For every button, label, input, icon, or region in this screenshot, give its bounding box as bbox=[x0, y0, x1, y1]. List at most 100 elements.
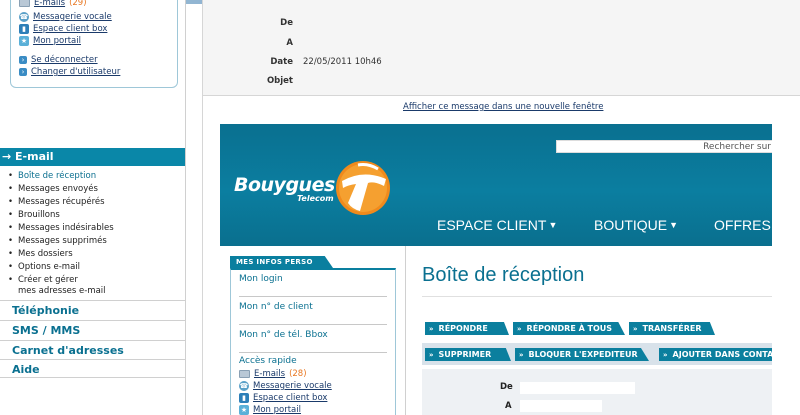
caret-down-icon: ▼ bbox=[669, 220, 679, 230]
title-rule bbox=[422, 296, 772, 297]
logo[interactable]: Bouygues bbox=[234, 174, 335, 196]
date-value: 22/05/2011 10h46 bbox=[303, 57, 382, 67]
box-link[interactable]: Espace client box bbox=[33, 24, 107, 34]
double-chevron-icon: » bbox=[429, 325, 434, 333]
open-new-window-link[interactable]: Afficher ce message dans une nouvelle fe… bbox=[403, 102, 603, 112]
infos-tab: MES INFOS PERSO bbox=[230, 256, 333, 268]
userbox-item-voicemail[interactable]: ☎ Messagerie vocale bbox=[19, 11, 112, 23]
category-address-book[interactable]: Carnet d'adresses bbox=[0, 340, 185, 359]
quick-item-portal[interactable]: ★ Mon portail bbox=[239, 404, 301, 415]
add-contact-label: AJOUTER DANS CONTA bbox=[672, 350, 772, 359]
double-chevron-icon: » bbox=[429, 351, 434, 359]
menu-item-spam[interactable]: Messages indésirables bbox=[8, 222, 114, 235]
switch-user-item[interactable]: › Changer d'utilisateur bbox=[19, 66, 120, 78]
embedded-from-label: De bbox=[500, 382, 513, 392]
nav-espace-client[interactable]: ESPACE CLIENT ▼ bbox=[437, 217, 557, 233]
separator bbox=[239, 352, 387, 353]
nav-boutique-label: BOUTIQUE bbox=[594, 217, 668, 233]
double-chevron-icon: » bbox=[517, 325, 522, 333]
menu-item-inbox[interactable]: Boîte de réception bbox=[8, 170, 114, 183]
email-menu: Boîte de réception Messages envoyés Mess… bbox=[8, 170, 114, 297]
userbox-item-box[interactable]: ▮ Espace client box bbox=[19, 23, 107, 35]
caret-down-icon: ▼ bbox=[548, 220, 558, 230]
quick-item-emails[interactable]: E-mails (28) bbox=[239, 368, 307, 380]
portal-icon: ★ bbox=[239, 405, 249, 415]
reply-button[interactable]: » RÉPONDRE bbox=[425, 322, 509, 335]
nav-offres[interactable]: OFFRES bbox=[714, 217, 771, 233]
page-title: Boîte de réception bbox=[422, 264, 585, 286]
category-help[interactable]: Aide bbox=[0, 359, 185, 378]
box-icon: ▮ bbox=[239, 393, 249, 403]
emails-count: (29) bbox=[69, 0, 87, 8]
mail-icon bbox=[239, 370, 250, 378]
emails-link[interactable]: E-mails bbox=[34, 0, 65, 8]
quick-emails-link[interactable]: E-mails bbox=[254, 369, 285, 379]
portal-link[interactable]: Mon portail bbox=[33, 36, 81, 46]
menu-item-sent[interactable]: Messages envoyés bbox=[8, 183, 114, 196]
quick-box-link[interactable]: Espace client box bbox=[253, 393, 327, 403]
email-section-title[interactable]: → E-mail bbox=[0, 148, 185, 166]
separator bbox=[239, 324, 387, 325]
to-label: A bbox=[286, 38, 293, 48]
double-chevron-icon: » bbox=[663, 351, 668, 359]
embedded-to-label: A bbox=[505, 401, 512, 411]
arrow-icon: › bbox=[19, 68, 27, 76]
forward-button[interactable]: » TRANSFÉRER bbox=[629, 322, 715, 335]
block-sender-button[interactable]: » BLOQUER L'EXPEDITEUR bbox=[515, 348, 649, 361]
mail-icon bbox=[19, 0, 30, 7]
arrow-icon: › bbox=[19, 56, 27, 64]
nav-offres-label: OFFRES bbox=[714, 217, 771, 233]
menu-item-options[interactable]: Options e-mail bbox=[8, 261, 114, 274]
quick-item-box[interactable]: ▮ Espace client box bbox=[239, 392, 327, 404]
forward-label: TRANSFÉRER bbox=[642, 324, 702, 333]
add-contact-button[interactable]: » AJOUTER DANS CONTA bbox=[659, 348, 772, 361]
date-label: Date bbox=[270, 57, 293, 67]
reply-all-label: RÉPONDRE À TOUS bbox=[526, 324, 613, 333]
embedded-to-field bbox=[519, 399, 603, 413]
logout-link[interactable]: Se déconnecter bbox=[31, 55, 98, 65]
portal-icon: ★ bbox=[19, 36, 29, 46]
reply-label: RÉPONDRE bbox=[438, 324, 488, 333]
from-label: De bbox=[280, 18, 293, 28]
user-box: E-mails (29) ☎ Messagerie vocale ▮ Espac… bbox=[10, 0, 178, 88]
infos-box: Mon login Mon n° de client Mon n° de tél… bbox=[230, 268, 396, 415]
bbox-number-link[interactable]: Mon n° de tél. Bbox bbox=[239, 330, 328, 340]
delete-button[interactable]: » SUPPRIMER bbox=[425, 348, 511, 361]
double-chevron-icon: » bbox=[519, 351, 524, 359]
nav-espace-client-label: ESPACE CLIENT bbox=[437, 217, 547, 233]
menu-item-retrieved[interactable]: Messages récupérés bbox=[8, 196, 114, 209]
menu-item-deleted[interactable]: Messages supprimés bbox=[8, 235, 114, 248]
delete-label: SUPPRIMER bbox=[438, 350, 492, 359]
box-icon: ▮ bbox=[19, 24, 29, 34]
menu-item-manage-addresses[interactable]: Créer et gérer mes adresses e-mail bbox=[8, 275, 114, 297]
quick-voicemail-link[interactable]: Messagerie vocale bbox=[253, 381, 332, 391]
logout-item[interactable]: › Se déconnecter bbox=[19, 54, 98, 66]
logo-ball-icon bbox=[336, 161, 390, 215]
my-login-link[interactable]: Mon login bbox=[239, 274, 283, 284]
quick-access-label: Accès rapide bbox=[239, 356, 297, 366]
userbox-item-portal[interactable]: ★ Mon portail bbox=[19, 35, 81, 47]
voicemail-link[interactable]: Messagerie vocale bbox=[33, 12, 112, 22]
block-sender-label: BLOQUER L'EXPEDITEUR bbox=[528, 350, 638, 359]
manage-line-2: mes adresses e-mail bbox=[18, 286, 106, 296]
client-number-link[interactable]: Mon n° de client bbox=[239, 302, 313, 312]
menu-item-drafts[interactable]: Brouillons bbox=[8, 209, 114, 222]
phone-icon: ☎ bbox=[19, 12, 29, 22]
embedded-from-field bbox=[519, 381, 636, 395]
switch-user-link[interactable]: Changer d'utilisateur bbox=[31, 67, 120, 77]
sidebar: E-mails (29) ☎ Messagerie vocale ▮ Espac… bbox=[0, 0, 186, 415]
reply-all-button[interactable]: » RÉPONDRE À TOUS bbox=[513, 322, 625, 335]
category-telephonie[interactable]: Téléphonie bbox=[0, 300, 185, 319]
category-sms-mms[interactable]: SMS / MMS bbox=[0, 320, 185, 339]
menu-item-folders[interactable]: Mes dossiers bbox=[8, 248, 114, 261]
quick-portal-link[interactable]: Mon portail bbox=[253, 405, 301, 415]
nav-boutique[interactable]: BOUTIQUE ▼ bbox=[594, 217, 678, 233]
bouygues-banner: Rechercher sur Bouygues Telecom ESPACE C… bbox=[220, 124, 772, 246]
subject-label: Objet bbox=[266, 76, 293, 86]
quick-item-voicemail[interactable]: ☎ Messagerie vocale bbox=[239, 380, 332, 392]
double-chevron-icon: » bbox=[633, 325, 638, 333]
search-input[interactable]: Rechercher sur bbox=[556, 140, 772, 153]
message-body: Rechercher sur Bouygues Telecom ESPACE C… bbox=[220, 124, 772, 415]
userbox-item-emails[interactable]: E-mails (29) bbox=[19, 0, 87, 9]
manage-line-1: Créer et gérer bbox=[18, 275, 78, 285]
